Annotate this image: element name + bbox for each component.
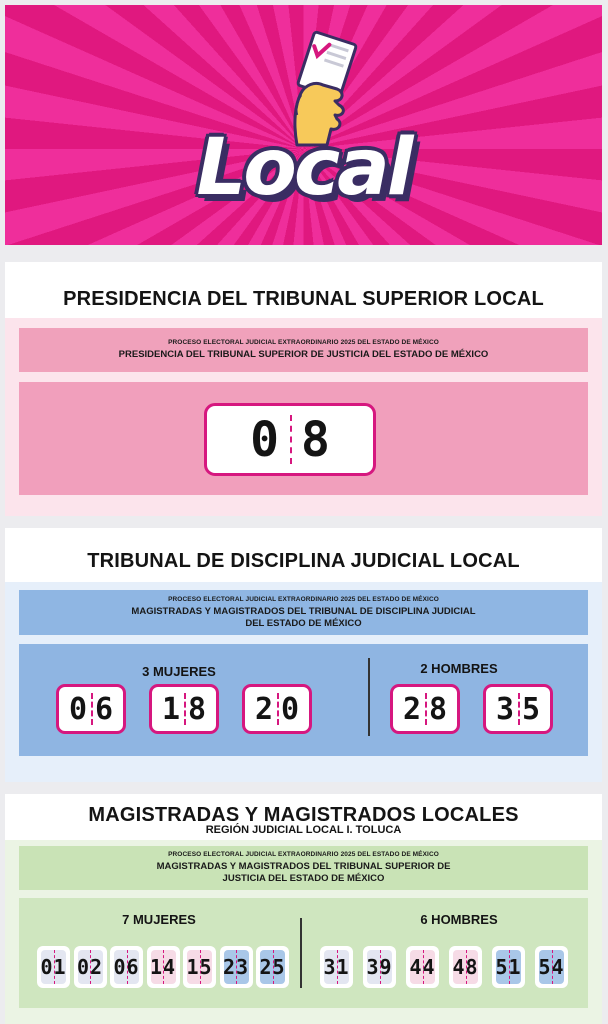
women-count-label: 3 MUJERES: [142, 664, 216, 679]
candidate-number: 48: [452, 955, 479, 979]
group-divider: [368, 658, 370, 736]
candidate-number-tile: 54: [535, 946, 568, 988]
ballot-number-panel: 3 MUJERES 2 HOMBRES 06 18 20 28 35: [19, 644, 588, 756]
men-count-label: 6 HOMBRES: [420, 912, 498, 927]
group-divider: [300, 918, 302, 988]
election-office-label: MAGISTRADAS Y MAGISTRADOS DEL TRIBUNAL D…: [131, 605, 476, 629]
candidate-number-tile: 44: [406, 946, 439, 988]
election-process-label: PROCESO ELECTORAL JUDICIAL EXTRAORDINARI…: [168, 339, 439, 347]
candidate-number: 06: [68, 691, 122, 727]
candidate-number-tile: 20: [242, 684, 312, 734]
candidate-number-tile: 02: [73, 946, 107, 988]
ballot-number-panel: 7 MUJERES 6 HOMBRES 01 02 06 14 15 23 25 31 39 4…: [19, 898, 588, 1008]
women-count-label: 7 MUJERES: [122, 912, 196, 927]
candidate-number-tile: 18: [149, 684, 219, 734]
magistrados-locales-card: MAGISTRADAS Y MAGISTRADOS LOCALES REGIÓN…: [5, 794, 602, 1024]
candidate-number-tile: 48: [449, 946, 482, 988]
election-info-box: PROCESO ELECTORAL JUDICIAL EXTRAORDINARI…: [19, 846, 588, 890]
judicial-region-label: REGIÓN JUDICIAL LOCAL I. TOLUCA: [205, 824, 402, 836]
local-banner: Local: [5, 5, 602, 245]
candidate-number-tile: 51: [492, 946, 525, 988]
candidate-number: 15: [186, 955, 213, 979]
candidate-number-tile: 01: [37, 946, 70, 988]
election-info-box: PROCESO ELECTORAL JUDICIAL EXTRAORDINARI…: [19, 590, 588, 635]
candidate-number: 25: [259, 955, 286, 979]
candidate-number: 51: [495, 955, 522, 979]
candidate-number: 14: [149, 955, 177, 979]
candidate-number-tile: 28: [390, 684, 460, 734]
candidate-number-tile: 06: [110, 946, 143, 988]
section-title: TRIBUNAL DE DISCIPLINA JUDICIAL LOCAL: [87, 550, 520, 572]
candidate-number: 28: [402, 691, 456, 727]
tribunal-disciplina-card: TRIBUNAL DE DISCIPLINA JUDICIAL LOCAL PR…: [5, 528, 602, 782]
logo-local-text: Local: [196, 123, 414, 213]
candidate-number-tile: 39: [363, 946, 396, 988]
candidate-number-tile: 25: [256, 946, 289, 988]
candidate-number: 44: [409, 955, 436, 979]
candidate-number-tile: 35: [483, 684, 553, 734]
candidate-number: 54: [538, 955, 565, 979]
candidate-number: 20: [254, 691, 308, 727]
election-process-label: PROCESO ELECTORAL JUDICIAL EXTRAORDINARI…: [168, 851, 439, 859]
candidate-number-tile: 08: [204, 403, 376, 476]
candidate-number-tile: 14: [146, 946, 180, 988]
candidate-number: 31: [323, 955, 350, 979]
candidate-number: 39: [366, 955, 393, 979]
candidate-number-tile: 31: [320, 946, 353, 988]
men-count-label: 2 HOMBRES: [420, 661, 498, 676]
candidate-number-tile: 15: [183, 946, 216, 988]
election-office-label: MAGISTRADAS Y MAGISTRADOS DEL TRIBUNAL S…: [156, 861, 451, 884]
candidate-number: 35: [495, 691, 549, 727]
election-office-label: PRESIDENCIA DEL TRIBUNAL SUPERIOR DE JUS…: [118, 349, 489, 361]
candidate-number: 06: [113, 955, 140, 979]
candidate-number-tile: 23: [219, 946, 253, 988]
candidate-number: 02: [76, 955, 104, 979]
candidate-number: 08: [250, 411, 352, 468]
election-info-box: PROCESO ELECTORAL JUDICIAL EXTRAORDINARI…: [19, 328, 588, 372]
presidencia-card: PRESIDENCIA DEL TRIBUNAL SUPERIOR LOCAL …: [5, 262, 602, 516]
ballot-number-panel: 08: [19, 382, 588, 495]
candidate-number-tile: 06: [56, 684, 126, 734]
candidate-number: 18: [161, 691, 215, 727]
election-process-label: PROCESO ELECTORAL JUDICIAL EXTRAORDINARI…: [168, 595, 439, 603]
section-title: PRESIDENCIA DEL TRIBUNAL SUPERIOR LOCAL: [63, 288, 544, 310]
candidate-number: 01: [40, 955, 67, 979]
candidate-number: 23: [222, 955, 250, 979]
